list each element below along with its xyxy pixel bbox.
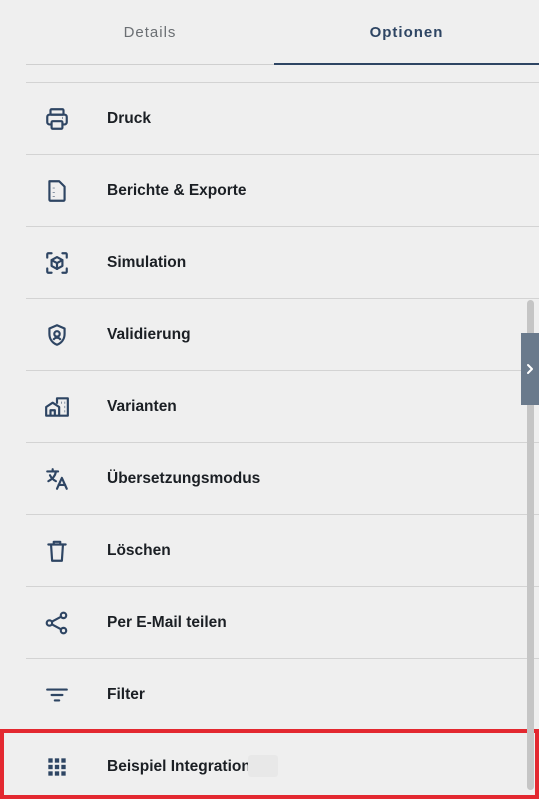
menu-item-label: Per E-Mail teilen (107, 613, 227, 631)
menu-item-varianten[interactable]: Varianten (26, 371, 539, 443)
document-report-icon (44, 178, 70, 204)
menu-item-label: Löschen (107, 541, 171, 559)
menu-item-label: Beispiel Integration (107, 757, 251, 775)
menu-item-validierung[interactable]: Validierung (26, 299, 539, 371)
grid-apps-icon (44, 754, 70, 780)
menu-item-label: Validierung (107, 325, 191, 343)
cube-scan-icon (44, 250, 70, 276)
menu-item-label: Übersetzungsmodus (107, 469, 261, 487)
share-icon (44, 610, 70, 636)
printer-icon (44, 106, 70, 132)
menu-item-uebersetzungsmodus[interactable]: Übersetzungsmodus (26, 443, 539, 515)
menu-item-druck[interactable]: Druck (26, 83, 539, 155)
tab-options[interactable]: Optionen (274, 0, 539, 64)
menu-item-email-teilen[interactable]: Per E-Mail teilen (26, 587, 539, 659)
menu-item-loeschen[interactable]: Löschen (26, 515, 539, 587)
translate-icon (44, 466, 70, 492)
tab-details[interactable]: Details (26, 0, 274, 64)
buildings-icon (44, 394, 70, 420)
menu-item-label: Simulation (107, 253, 187, 271)
menu-item-filter[interactable]: Filter (26, 659, 539, 731)
tab-bar: Details Optionen (26, 0, 539, 65)
active-tab-indicator (274, 63, 539, 65)
options-menu: Druck Berichte & Exporte Simulation Vali… (26, 82, 539, 799)
filter-icon (44, 682, 70, 708)
panel-toggle-handle[interactable] (521, 333, 539, 405)
menu-item-simulation[interactable]: Simulation (26, 227, 539, 299)
trash-icon (44, 538, 70, 564)
menu-item-label: Filter (107, 685, 145, 703)
shield-check-icon (44, 322, 70, 348)
options-panel: Details Optionen Druck Berichte & Export… (0, 0, 539, 799)
menu-item-berichte-exporte[interactable]: Berichte & Exporte (26, 155, 539, 227)
chevron-right-icon (524, 363, 536, 375)
menu-item-beispiel-integration[interactable]: Beispiel Integration (26, 731, 539, 799)
menu-item-label: Varianten (107, 397, 177, 415)
menu-item-label: Druck (107, 109, 151, 127)
menu-item-label: Berichte & Exporte (107, 181, 247, 199)
hover-chip (248, 755, 278, 777)
